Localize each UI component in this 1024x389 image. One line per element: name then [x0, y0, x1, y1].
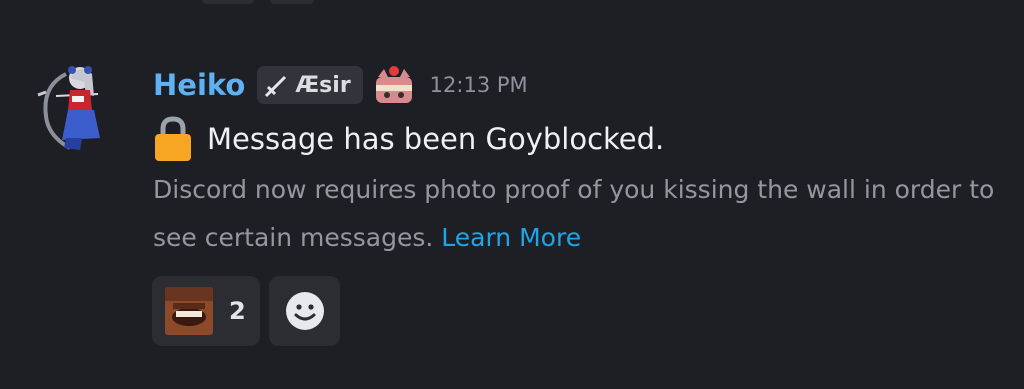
reaction-laughing-man[interactable]: 2 — [152, 276, 260, 346]
add-reaction-button[interactable] — [269, 276, 340, 346]
sword-icon — [265, 75, 287, 98]
avatar[interactable] — [36, 56, 114, 154]
role-tag[interactable]: Æsir — [257, 66, 363, 104]
author-name[interactable]: Heiko — [153, 68, 245, 102]
timestamp: 12:13 PM — [429, 73, 528, 97]
cat-cake-badge-icon — [375, 66, 412, 103]
message-description: Discord now requires photo proof of you … — [153, 166, 1003, 262]
add-reaction-smile-icon — [285, 292, 324, 330]
learn-more-link[interactable]: Learn More — [441, 223, 581, 252]
lock-icon — [155, 116, 191, 161]
system-message-text: Message has been Goyblocked. — [207, 122, 665, 156]
previous-reaction-edge — [270, 0, 314, 4]
role-tag-label: Æsir — [295, 72, 351, 98]
message-header: Heiko Æsir 12:13 PM — [153, 64, 528, 106]
reactions-bar: 2 — [152, 276, 340, 346]
system-message: Message has been Goyblocked. — [153, 116, 664, 162]
reaction-count: 2 — [229, 297, 246, 325]
previous-reaction-edge — [202, 0, 254, 4]
laughing-man-custom-emoji-icon — [165, 287, 213, 335]
